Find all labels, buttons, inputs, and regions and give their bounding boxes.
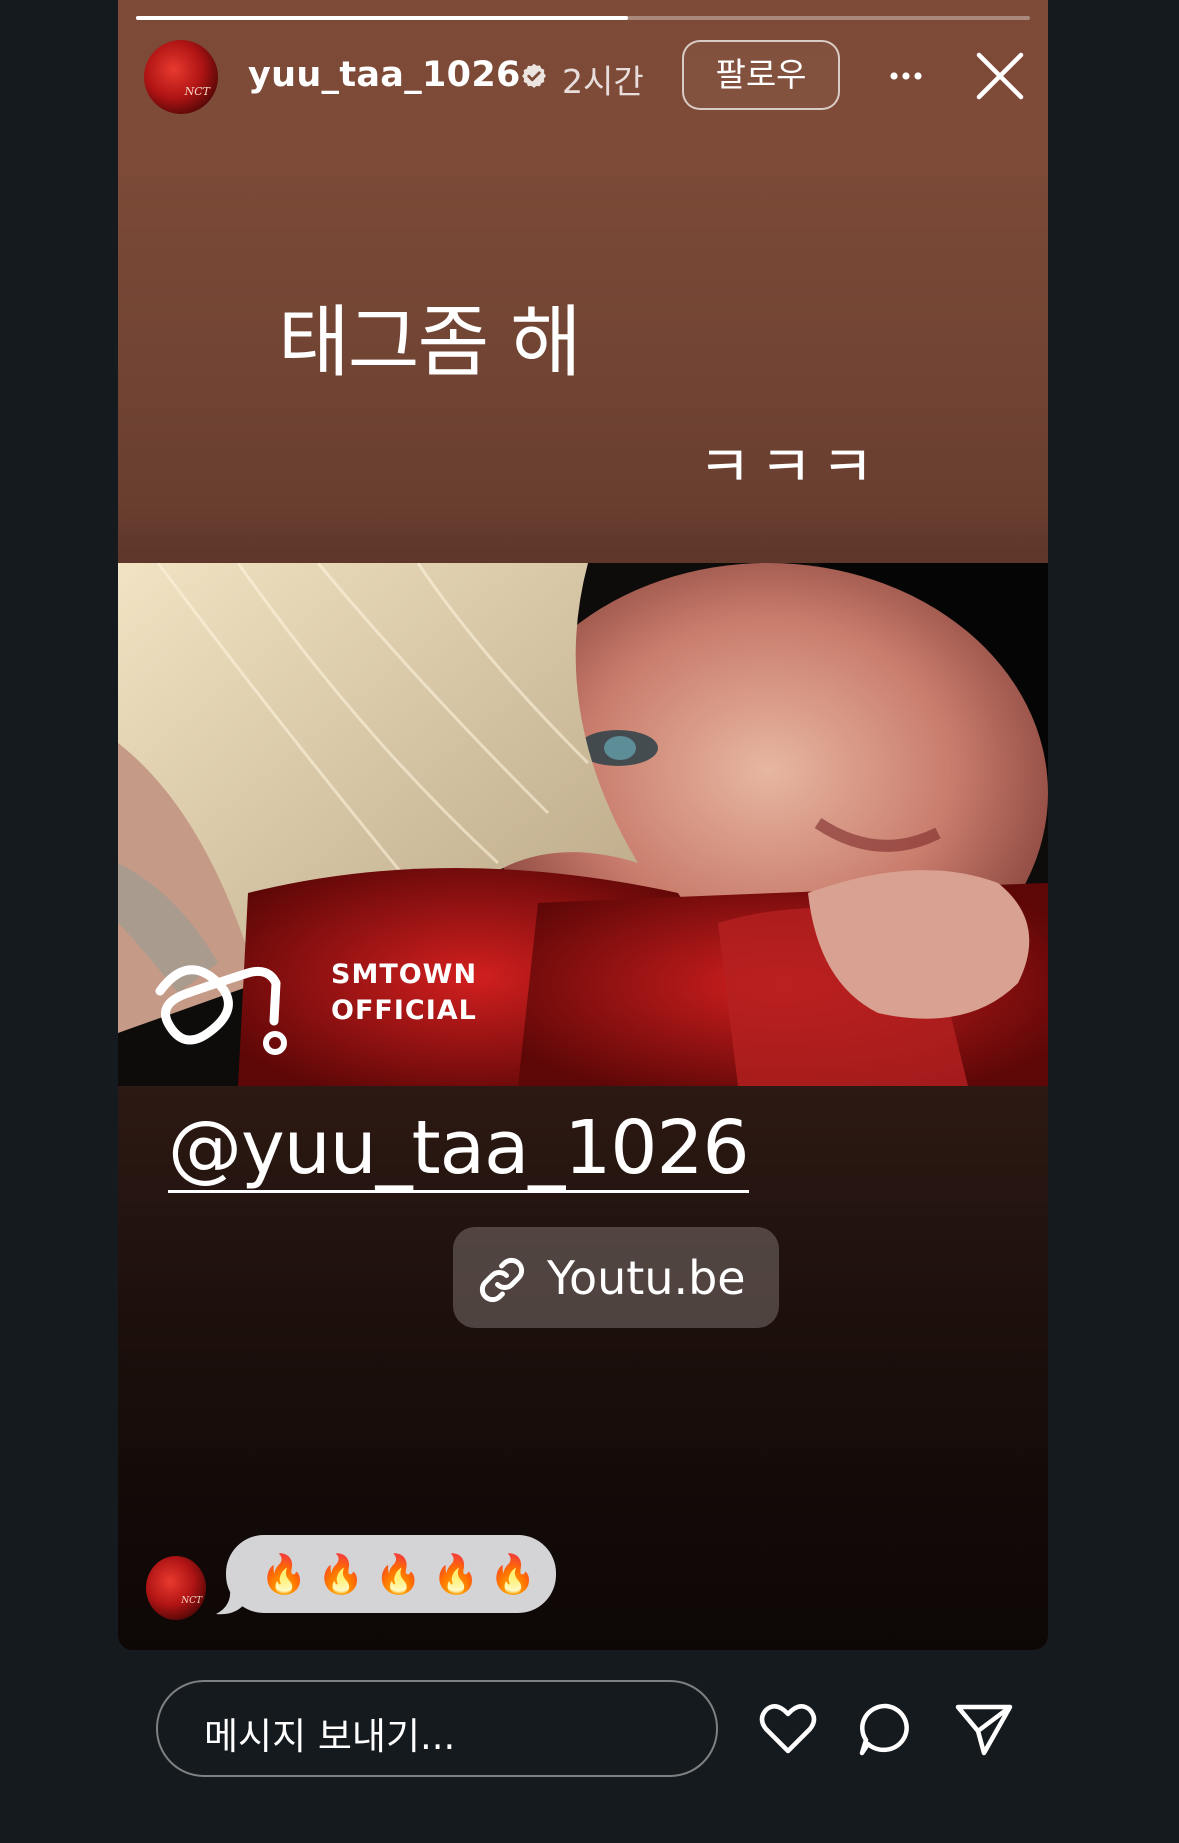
send-icon[interactable] [952,1697,1016,1761]
smtown-logo-icon [155,965,287,1055]
shared-video-thumbnail[interactable]: SMTOWN OFFICIAL [118,563,1048,1086]
avatar-logo-mark: NCT [184,85,210,98]
story-viewer[interactable]: NCT yuu_taa_1026 2시간 팔로우 태그좀 해 ㅋㅋㅋ SMTOW… [118,0,1048,1650]
story-caption-text: 태그좀 해 [278,298,582,388]
link-icon [479,1257,525,1303]
reply-emojis: 🔥🔥🔥🔥🔥 [260,1552,547,1596]
mention-sticker[interactable]: @yuu_taa_1026 [168,1108,750,1193]
heart-icon[interactable] [756,1697,820,1761]
message-placeholder: 메시지 보내기... [204,1715,456,1758]
more-icon[interactable] [876,48,936,104]
link-label: Youtu.be [547,1251,746,1305]
message-input[interactable]: 메시지 보내기... [156,1680,718,1777]
brand-line-2: OFFICIAL [331,995,477,1026]
story-progress-track [136,16,1030,20]
reply-avatar-mark: NCT [181,1596,202,1606]
reply-avatar: NCT [146,1556,206,1620]
profile-avatar[interactable]: NCT [144,40,218,114]
story-laugh-text: ㅋㅋㅋ [698,433,883,501]
brand-line-1: SMTOWN [331,959,478,990]
username[interactable]: yuu_taa_1026 [248,55,521,95]
comment-icon[interactable] [854,1697,918,1761]
link-sticker[interactable]: Youtu.be [453,1227,779,1328]
close-icon[interactable] [974,50,1026,102]
post-time: 2시간 [562,62,644,101]
story-progress-fill [136,16,628,20]
verified-badge-icon [522,63,546,88]
follow-button[interactable]: 팔로우 [682,40,840,110]
reply-bubble: 🔥🔥🔥🔥🔥 [226,1535,556,1613]
smtown-brand-text: SMTOWN OFFICIAL [331,957,477,1029]
